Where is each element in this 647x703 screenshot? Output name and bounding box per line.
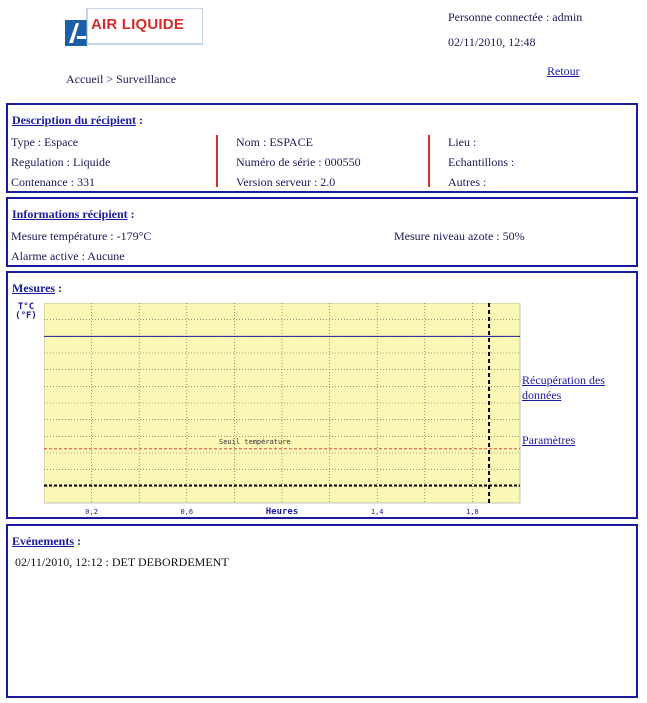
x-axis-label: Heures — [266, 507, 299, 517]
azote-reading: Mesure niveau azote : 50% — [394, 229, 525, 243]
column-separator — [428, 135, 430, 187]
logo-text: AIR LIQUIDE — [91, 16, 185, 33]
temperature-reading: Mesure température : -179°C — [11, 229, 152, 243]
threshold-label: Seuil température — [219, 438, 291, 446]
parametres-link[interactable]: Paramètres — [522, 433, 575, 448]
datetime: 02/11/2010, 12:48 — [448, 35, 536, 49]
event-entry: 02/11/2010, 12:12 : DET DEBORDEMENT — [15, 555, 229, 569]
evenements-panel: Evénements : 02/11/2010, 12:12 : DET DEB… — [6, 524, 638, 698]
mesures-title: Mesures : — [12, 281, 63, 295]
description-panel: Description du récipient : Type : Espace… — [6, 103, 638, 193]
informations-panel: Informations récipient : Mesure températ… — [6, 197, 638, 267]
lieu-field: Lieu : — [448, 135, 477, 149]
x-tick-label: 1,8 — [466, 508, 479, 516]
evenements-title: Evénements : — [12, 534, 81, 548]
nom-field: Nom : ESPACE — [236, 135, 313, 149]
air-liquide-logo: AIR LIQUIDE — [65, 7, 204, 46]
mesures-panel: Mesures : T°C (°F) Seuil température0°C(… — [6, 271, 638, 519]
echantillons-field: Echantillons : — [448, 155, 515, 169]
x-tick-label: 0,2 — [85, 508, 98, 516]
breadcrumb: Accueil > Surveillance — [66, 72, 177, 86]
back-link[interactable]: Retour — [547, 64, 580, 79]
informations-title: Informations récipient : — [12, 207, 135, 221]
alarm-status: Alarme active : Aucune — [11, 249, 125, 263]
serial-field: Numéro de série : 000550 — [236, 155, 361, 169]
description-title: Description du récipient : — [12, 113, 143, 127]
column-separator — [216, 135, 218, 187]
regulation-field: Regulation : Liquide — [11, 155, 111, 169]
temperature-chart: Seuil température0°C(32°F)-100(-148)-150… — [44, 303, 521, 517]
type-field: Type : Espace — [11, 135, 79, 149]
server-version-field: Version serveur : 2.0 — [236, 175, 336, 189]
autres-field: Autres : — [448, 175, 487, 189]
contenance-field: Contenance : 331 — [11, 175, 95, 189]
x-tick-label: 0,6 — [180, 508, 193, 516]
user-label: Personne connectée : admin — [448, 10, 583, 24]
y-axis-label: T°C (°F) — [15, 302, 37, 321]
recup-donnees-link[interactable]: Récupération des données — [522, 373, 634, 403]
x-tick-label: 1,4 — [371, 508, 384, 516]
